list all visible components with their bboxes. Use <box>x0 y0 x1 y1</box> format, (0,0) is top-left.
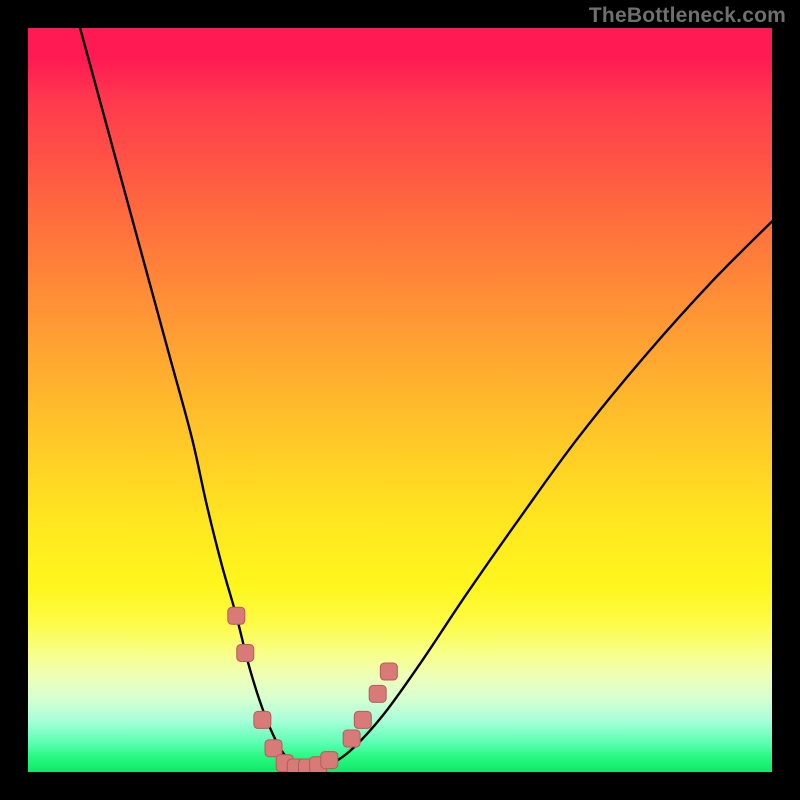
chart-marker <box>321 752 338 769</box>
bottleneck-curve <box>80 28 772 769</box>
chart-marker <box>254 711 271 728</box>
watermark-text: TheBottleneck.com <box>589 4 786 28</box>
chart-marker <box>380 663 397 680</box>
chart-markers <box>228 607 398 772</box>
chart-marker <box>354 711 371 728</box>
chart-marker <box>343 730 360 747</box>
chart-svg <box>28 28 772 772</box>
chart-plot-area <box>28 28 772 772</box>
chart-marker <box>228 607 245 624</box>
chart-marker <box>237 644 254 661</box>
chart-marker <box>369 685 386 702</box>
chart-frame: TheBottleneck.com <box>0 0 800 800</box>
